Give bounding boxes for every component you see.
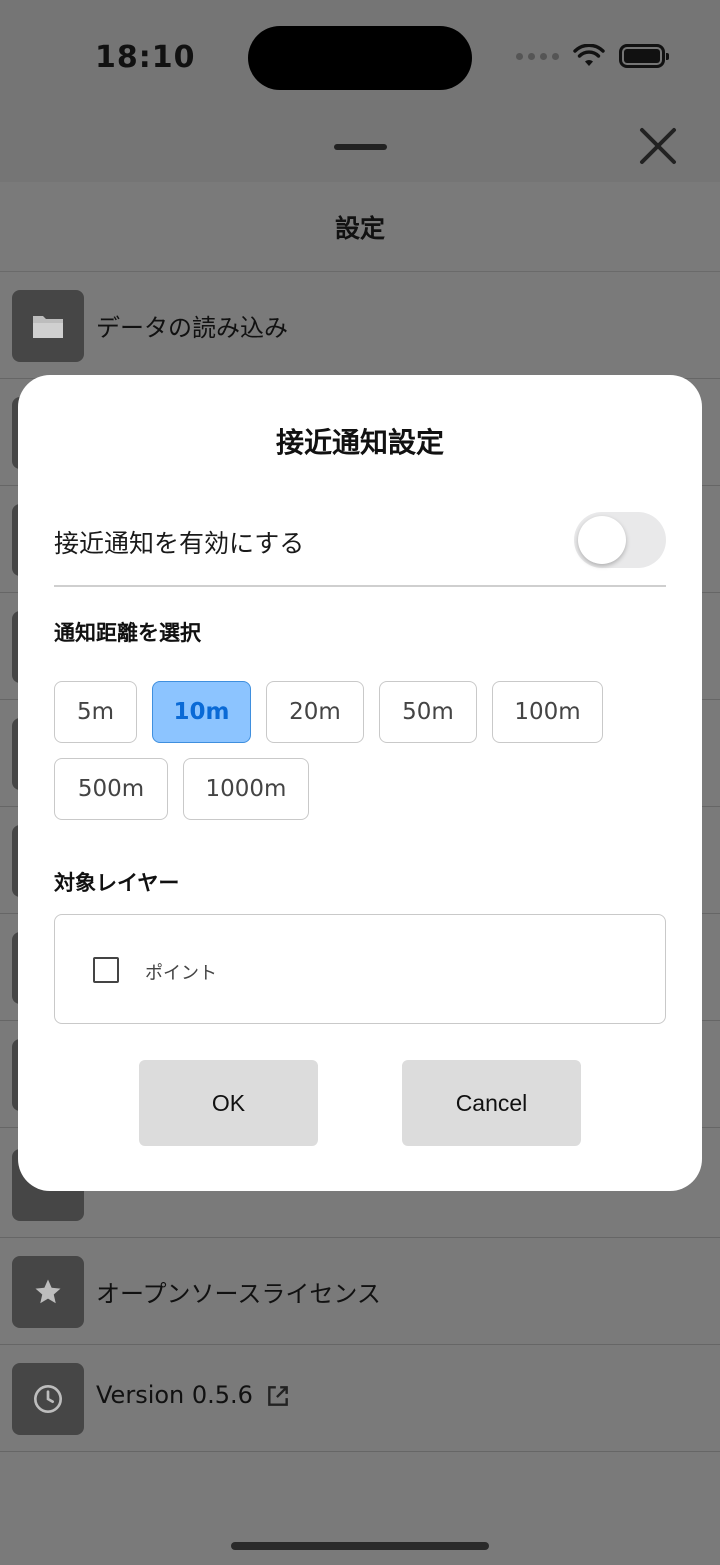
settings-row-label: データの読み込み	[96, 314, 288, 342]
toggle-knob	[578, 516, 626, 564]
dynamic-island	[248, 26, 472, 90]
external-link-icon	[268, 1386, 288, 1406]
star-icon	[12, 1256, 84, 1328]
distance-option-50m[interactable]: 50m	[379, 681, 477, 743]
settings-row-label: Version 0.5.6	[96, 1381, 291, 1409]
layer-checkbox-point[interactable]	[93, 957, 119, 983]
settings-title: 設定	[334, 213, 385, 243]
ok-button[interactable]: OK	[139, 1060, 318, 1146]
dialog-title: 接近通知設定	[275, 426, 444, 459]
enable-alert-label: 接近通知を有効にする	[54, 529, 305, 558]
layer-label-point: ポイント	[145, 963, 217, 984]
settings-row-label: オープンソースライセンス	[96, 1280, 381, 1308]
distance-option-5m[interactable]: 5m	[54, 681, 137, 743]
proximity-alert-dialog: 接近通知設定 接近通知を有効にする 通知距離を選択 5m 10m 20m 50m…	[18, 375, 702, 1191]
layer-list: ポイント	[54, 914, 666, 1024]
distance-option-1000m[interactable]: 1000m	[183, 758, 309, 820]
settings-row-version[interactable]: Version 0.5.6	[0, 1345, 720, 1452]
distance-option-100m[interactable]: 100m	[492, 681, 603, 743]
cellular-signal-icon	[516, 52, 559, 60]
wifi-icon	[573, 44, 605, 66]
distance-option-20m[interactable]: 20m	[266, 681, 364, 743]
divider	[54, 585, 666, 587]
cancel-button[interactable]: Cancel	[402, 1060, 581, 1146]
layer-section-label: 対象レイヤー	[54, 871, 180, 895]
distance-section-label: 通知距離を選択	[54, 621, 201, 645]
clock-icon	[12, 1363, 84, 1435]
distance-option-10m[interactable]: 10m	[152, 681, 251, 743]
close-icon[interactable]	[636, 124, 680, 168]
distance-option-500m[interactable]: 500m	[54, 758, 168, 820]
settings-header: 設定	[0, 182, 720, 272]
battery-icon	[619, 44, 669, 68]
status-time: 18:10	[95, 40, 196, 75]
folder-icon	[12, 290, 84, 362]
sheet-grabber[interactable]	[334, 144, 387, 150]
settings-row-oss-licenses[interactable]: オープンソースライセンス	[0, 1238, 720, 1345]
home-indicator	[231, 1542, 489, 1550]
status-indicators	[516, 44, 669, 68]
enable-alert-toggle[interactable]	[574, 512, 666, 568]
settings-row-load-data[interactable]: データの読み込み	[0, 272, 720, 379]
